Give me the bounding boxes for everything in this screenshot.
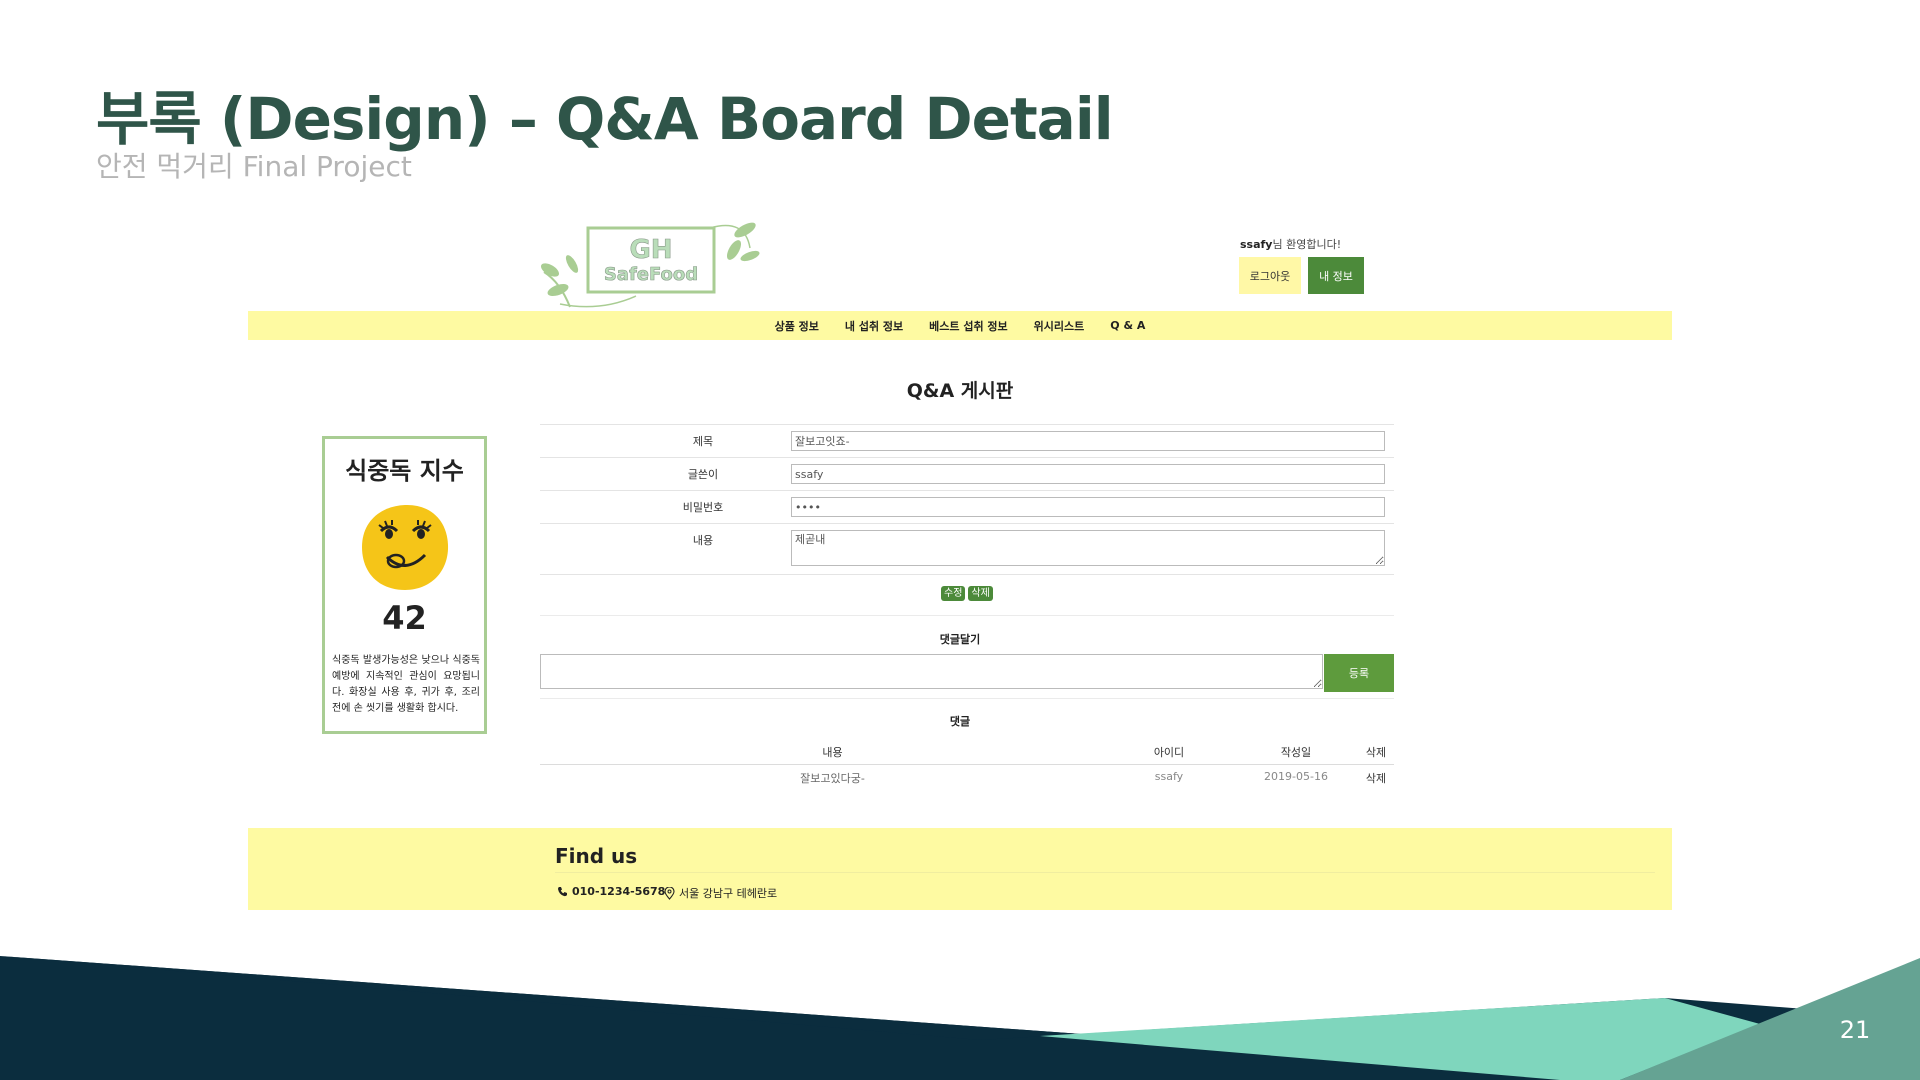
comment-content: 잘보고있다궁- — [800, 772, 865, 785]
header-id: 아이디 — [1153, 746, 1185, 759]
footer-title: Find us — [555, 844, 638, 868]
site-footer: Find us 010-1234-5678 서울 강남구 테헤란로 — [248, 828, 1672, 910]
nav-item-best-intake[interactable]: 베스트 섭취 정보 — [929, 318, 1008, 334]
comment-author: ssafy — [1154, 770, 1184, 783]
footer-address: 서울 강남구 테헤란로 — [664, 885, 777, 901]
comment-delete-link[interactable]: 삭제 — [1335, 770, 1417, 786]
logo-text-safefood: SafeFood — [604, 264, 698, 285]
phone-number: 010-1234-5678 — [572, 885, 666, 898]
header-content: 내용 — [822, 746, 843, 759]
smiley-face-icon — [362, 504, 449, 590]
header-delete: 삭제 — [1365, 746, 1387, 759]
logout-button[interactable]: 로그아웃 — [1239, 257, 1301, 294]
site-logo[interactable]: GH SafeFood — [540, 212, 762, 310]
nav-item-qna[interactable]: Q & A — [1110, 319, 1145, 332]
title-label: 제목 — [692, 435, 714, 448]
welcome-message: ssafy님 환영합니다! — [1240, 236, 1341, 252]
footer-divider — [555, 872, 1655, 873]
post-detail-form: 제목 글쓴이 비밀번호 내용 제곧내 — [540, 424, 1394, 575]
comment-input[interactable] — [540, 654, 1323, 689]
page-number: 21 — [1839, 1016, 1871, 1044]
title-input[interactable] — [791, 431, 1385, 451]
index-description: 식중독 발생가능성은 낮으나 식중독예방에 지속적인 관심이 요망됩니다. 화장… — [332, 655, 480, 714]
comment-register-button[interactable]: 등록 — [1324, 654, 1394, 692]
form-row-content: 내용 제곧내 — [540, 523, 1394, 575]
divider — [540, 615, 1394, 616]
nav-item-my-intake[interactable]: 내 섭취 정보 — [845, 318, 903, 334]
content-label: 내용 — [692, 534, 714, 547]
my-info-button[interactable]: 내 정보 — [1308, 257, 1364, 294]
footer-phone: 010-1234-5678 — [557, 885, 665, 898]
nav-item-product-info[interactable]: 상품 정보 — [775, 318, 819, 334]
delete-button[interactable]: 삭제 — [968, 586, 993, 601]
content-textarea[interactable]: 제곧내 — [791, 530, 1385, 566]
comments-label: 댓글 — [949, 715, 971, 728]
welcome-suffix: 님 환영합니다! — [1272, 238, 1342, 251]
form-row-author: 글쓴이 — [540, 457, 1394, 490]
password-label: 비밀번호 — [682, 501, 724, 514]
welcome-username: ssafy — [1240, 238, 1273, 251]
edit-button[interactable]: 수정 — [941, 586, 966, 601]
form-row-password: 비밀번호 — [540, 490, 1394, 523]
comment-row: 잘보고있다궁- ssafy 2019-05-16 삭제 — [540, 766, 1394, 790]
post-action-buttons: 수정 삭제 — [941, 586, 993, 601]
password-input[interactable] — [791, 497, 1385, 517]
comment-write-label: 댓글달기 — [939, 633, 981, 646]
comments-table-header: 내용 아이디 작성일 삭제 — [540, 740, 1394, 765]
website-screenshot: GH SafeFood ssafy님 환영합니다! 로그아웃 내 정보 상품 정… — [0, 0, 1920, 1080]
board-title: Q&A 게시판 — [906, 380, 1014, 402]
address-text: 서울 강남구 테헤란로 — [679, 887, 778, 900]
author-input[interactable] — [791, 464, 1385, 484]
food-poisoning-index-card: 식중독 지수 42 식중독 발생가능성은 낮으나 식중독예방에 지속적인 관심이… — [322, 436, 487, 734]
form-row-title: 제목 — [540, 424, 1394, 457]
nav-item-wishlist[interactable]: 위시리스트 — [1034, 318, 1085, 334]
card-title: 식중독 지수 — [345, 457, 464, 485]
phone-icon — [558, 887, 567, 897]
index-score: 42 — [382, 599, 427, 637]
location-pin-icon — [664, 886, 675, 900]
leaf-right-icon — [709, 222, 760, 262]
author-label: 글쓴이 — [687, 468, 719, 481]
logo-text-gh: GH — [629, 235, 672, 265]
main-nav: 상품 정보 내 섭취 정보 베스트 섭취 정보 위시리스트 Q & A — [248, 311, 1672, 340]
divider — [540, 698, 1394, 699]
